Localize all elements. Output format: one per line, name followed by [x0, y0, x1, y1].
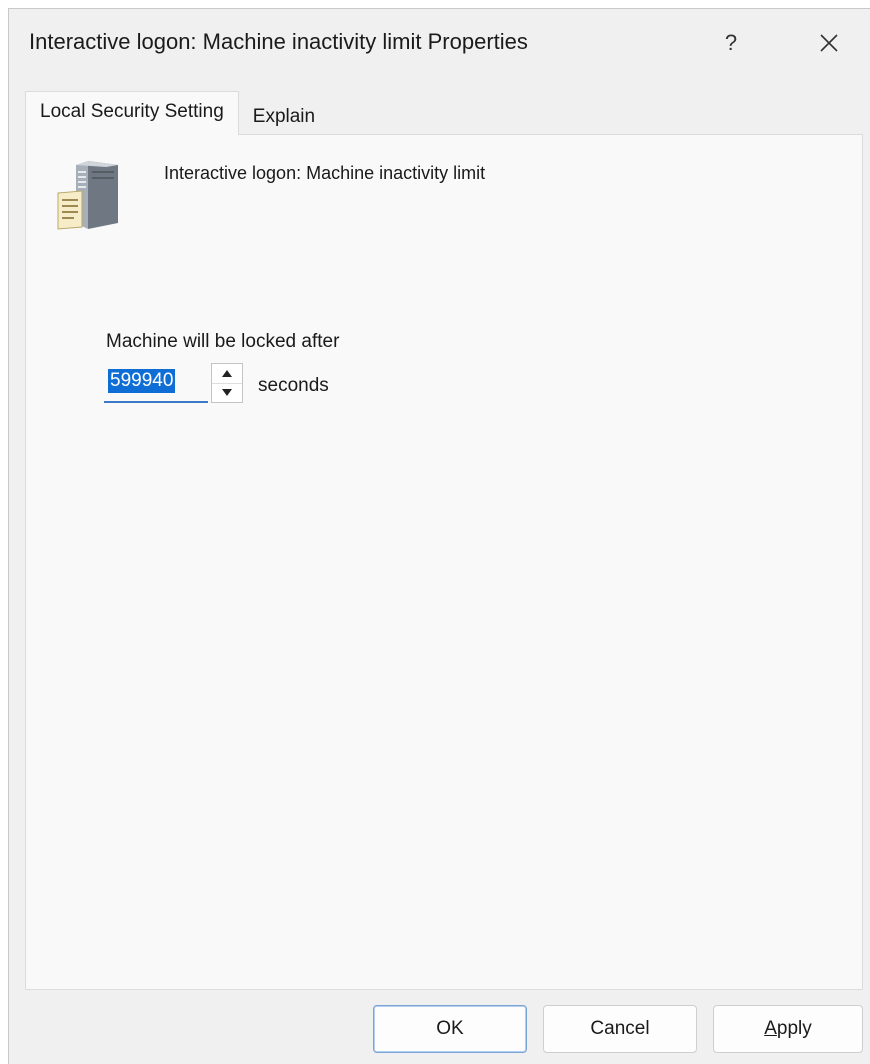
cancel-button[interactable]: Cancel — [543, 1005, 697, 1053]
help-button[interactable]: ? — [711, 21, 751, 65]
dialog-title: Interactive logon: Machine inactivity li… — [29, 29, 528, 54]
server-policy-icon — [57, 161, 118, 230]
inactivity-seconds-input[interactable]: 599940 — [104, 363, 208, 403]
tab-panel: Interactive logon: Machine inactivity li… — [25, 134, 863, 990]
arrow-up-icon — [222, 369, 232, 377]
spin-down-button[interactable] — [212, 382, 242, 403]
lock-after-label: Machine will be locked after — [106, 331, 340, 352]
title-bar: Interactive logon: Machine inactivity li… — [9, 9, 870, 85]
tab-strip: Local Security Setting Explain — [25, 91, 329, 135]
tab-explain[interactable]: Explain — [239, 97, 329, 135]
inactivity-seconds-spinner: 599940 — [104, 363, 244, 405]
inactivity-seconds-value: 599940 — [108, 369, 176, 393]
spin-up-button[interactable] — [212, 364, 242, 383]
apply-button[interactable]: Apply — [713, 1005, 863, 1053]
tab-local-security-setting[interactable]: Local Security Setting — [25, 91, 239, 135]
properties-dialog: Interactive logon: Machine inactivity li… — [8, 8, 870, 1064]
close-icon — [820, 34, 838, 52]
arrow-down-icon — [222, 389, 232, 397]
policy-name: Interactive logon: Machine inactivity li… — [164, 163, 486, 183]
spin-buttons — [211, 363, 243, 403]
ok-button[interactable]: OK — [373, 1005, 527, 1053]
seconds-unit-label: seconds — [258, 375, 329, 396]
close-button[interactable] — [805, 21, 853, 65]
